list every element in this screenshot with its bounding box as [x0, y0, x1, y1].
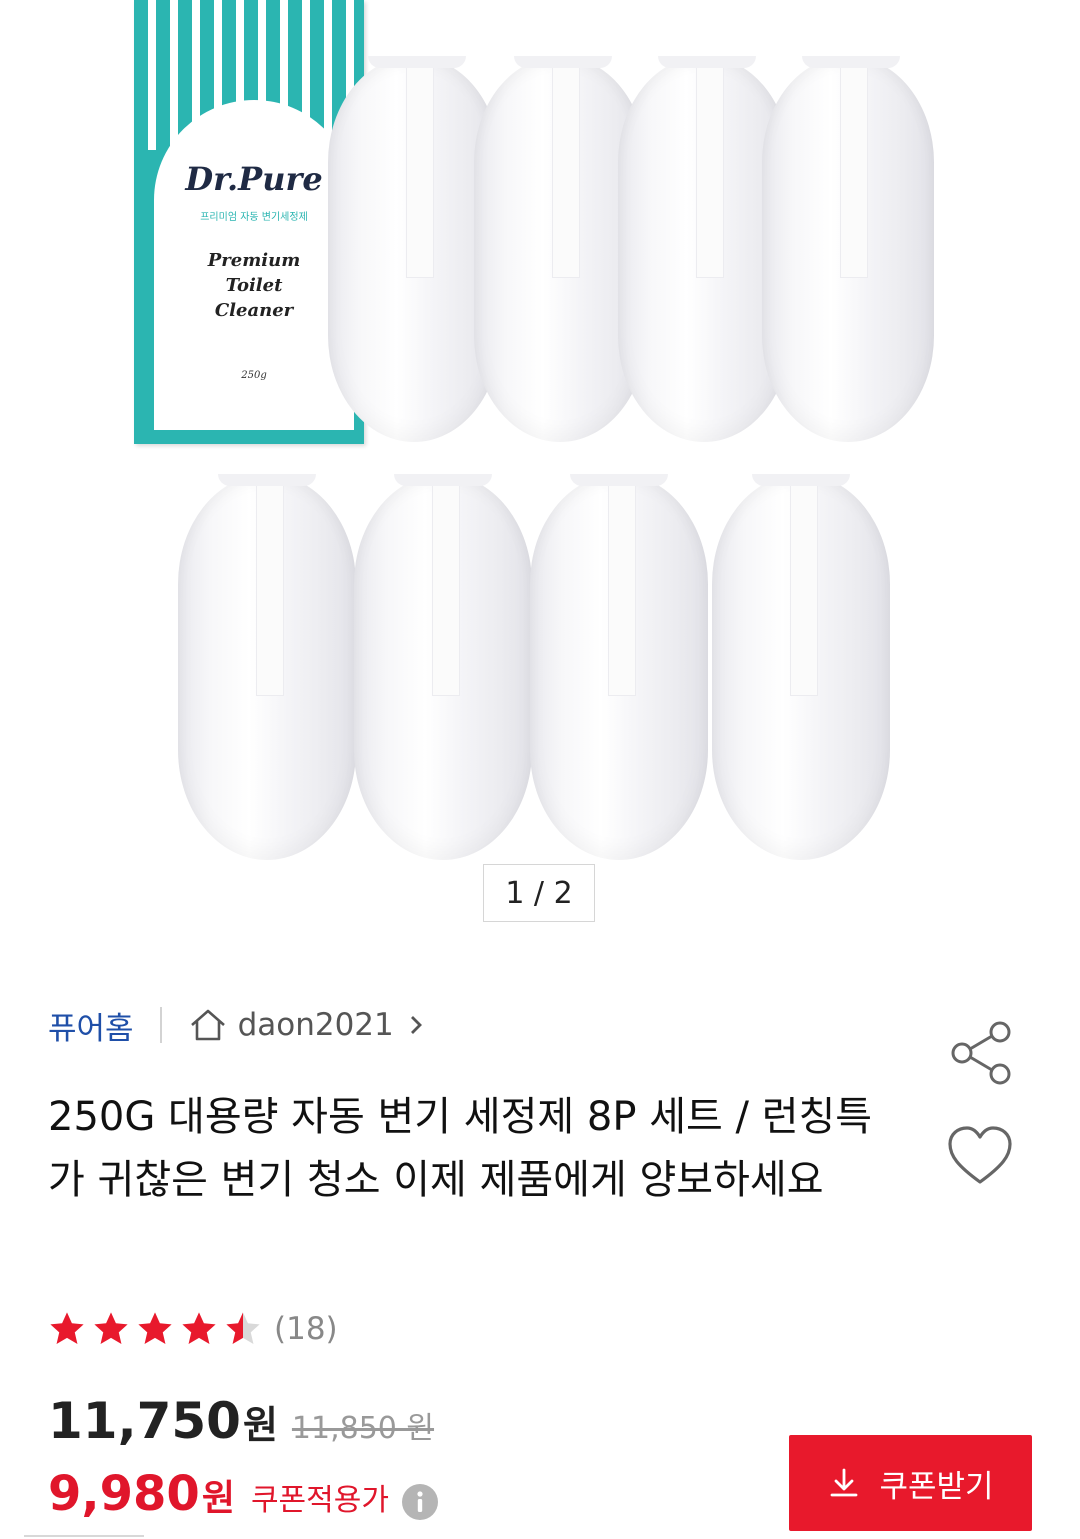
star-rating [48, 1310, 268, 1348]
product-image-gallery[interactable]: Dr.Pure 프리미엄 자동 변기세정제 Premium Toilet Cle… [0, 0, 1080, 950]
store-divider [159, 1007, 162, 1043]
seller-link[interactable]: daon2021 [238, 1007, 394, 1043]
box-brand: Dr.Pure [185, 160, 323, 198]
coupon-price-label: 쿠폰적용가 [250, 1483, 389, 1518]
box-weight: 250g [241, 370, 267, 381]
coupon-price: 9,980 [48, 1466, 200, 1522]
image-counter: 1 / 2 [483, 864, 595, 922]
rating-row[interactable]: (18) [48, 1304, 338, 1354]
share-icon[interactable] [946, 1018, 1016, 1088]
cleaner-pod [712, 474, 890, 860]
store-name-link[interactable]: 퓨어홈 [48, 1003, 134, 1048]
home-icon [190, 1009, 225, 1041]
bottom-divider [24, 1535, 144, 1537]
heart-icon[interactable] [946, 1124, 1014, 1188]
cleaner-pod [178, 474, 356, 860]
price-row: 11,750 원 11,850 원 [48, 1392, 434, 1452]
product-title: 250G 대용량 자동 변기 세정제 8P 세트 / 런칭특가 귀찮은 변기 청… [48, 1094, 873, 1203]
store-row: 퓨어홈 daon2021 [48, 1002, 424, 1048]
sale-price: 11,750 [48, 1392, 241, 1450]
cleaner-pod [762, 56, 934, 442]
review-count[interactable]: (18) [274, 1311, 338, 1347]
star-icon [94, 1312, 128, 1345]
coupon-price-row: 9,980 원 쿠폰적용가 [48, 1466, 439, 1526]
box-subtitle: 프리미엄 자동 변기세정제 [200, 212, 308, 223]
box-product-name: Premium Toilet Cleaner [207, 250, 301, 321]
cleaner-pod [354, 474, 532, 860]
original-price: 11,850 원 [291, 1411, 435, 1446]
star-icon [50, 1312, 84, 1345]
download-icon [831, 1468, 858, 1497]
star-icon [138, 1312, 172, 1345]
get-coupon-button[interactable]: 쿠폰받기 [789, 1435, 1032, 1531]
star-icon [182, 1312, 216, 1345]
chevron-right-icon[interactable] [408, 1013, 424, 1037]
info-icon[interactable] [401, 1483, 439, 1521]
cleaner-pod [530, 474, 708, 860]
get-coupon-label: 쿠폰받기 [879, 1468, 994, 1505]
star-half-icon [226, 1312, 260, 1345]
sale-price-unit: 원 [242, 1403, 278, 1447]
coupon-price-unit: 원 [201, 1478, 235, 1519]
